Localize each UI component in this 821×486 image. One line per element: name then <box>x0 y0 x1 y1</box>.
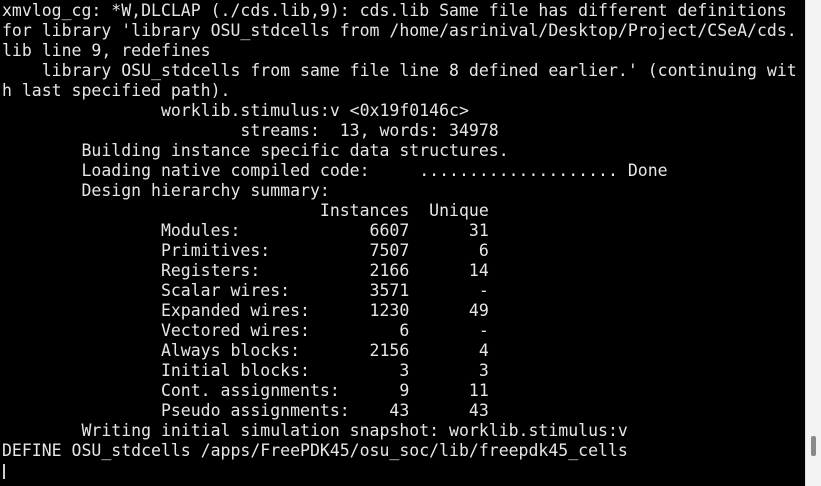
vertical-scrollbar[interactable] <box>805 0 821 486</box>
summary-table-row: Expanded wires: 1230 49 <box>2 301 489 320</box>
warning-line: h last specified path). <box>2 81 231 100</box>
summary-heading: Design hierarchy summary: <box>2 181 330 200</box>
status-line: Building instance specific data structur… <box>2 141 509 160</box>
warning-line: xmvlog_cg: *W,DLCLAP (./cds.lib,9): cds.… <box>2 1 787 20</box>
terminal-output: xmvlog_cg: *W,DLCLAP (./cds.lib,9): cds.… <box>2 1 806 485</box>
warning-line: for library 'library OSU_stdcells from /… <box>2 21 797 40</box>
summary-table-row: Primitives: 7507 6 <box>2 241 489 260</box>
warning-line: lib line 9, redefines <box>2 41 211 60</box>
define-line: DEFINE OSU_stdcells /apps/FreePDK45/osu_… <box>2 441 628 460</box>
streams-line: streams: 13, words: 34978 <box>2 121 499 140</box>
summary-table-row: Initial blocks: 3 3 <box>2 361 489 380</box>
summary-table-row: Cont. assignments: 9 11 <box>2 381 489 400</box>
status-line: Writing initial simulation snapshot: wor… <box>2 421 628 440</box>
summary-table-row: Registers: 2166 14 <box>2 261 489 280</box>
summary-table-row: Modules: 6607 31 <box>2 221 489 240</box>
scrollbar-thumb[interactable] <box>811 436 816 456</box>
text-cursor <box>3 464 5 479</box>
snapshot-id-line: worklib.stimulus:v <0x19f0146c> <box>2 101 469 120</box>
summary-table-row: Scalar wires: 3571 - <box>2 281 489 300</box>
summary-table-row: Always blocks: 2156 4 <box>2 341 489 360</box>
summary-table-row: Pseudo assignments: 43 43 <box>2 401 489 420</box>
terminal-window[interactable]: xmvlog_cg: *W,DLCLAP (./cds.lib,9): cds.… <box>0 0 821 486</box>
summary-table-row: Vectored wires: 6 - <box>2 321 489 340</box>
status-line: Loading native compiled code: ..........… <box>2 161 668 180</box>
prompt-line[interactable] <box>2 461 806 481</box>
warning-line: library OSU_stdcells from same file line… <box>2 61 797 80</box>
summary-table-header: Instances Unique <box>2 201 489 220</box>
